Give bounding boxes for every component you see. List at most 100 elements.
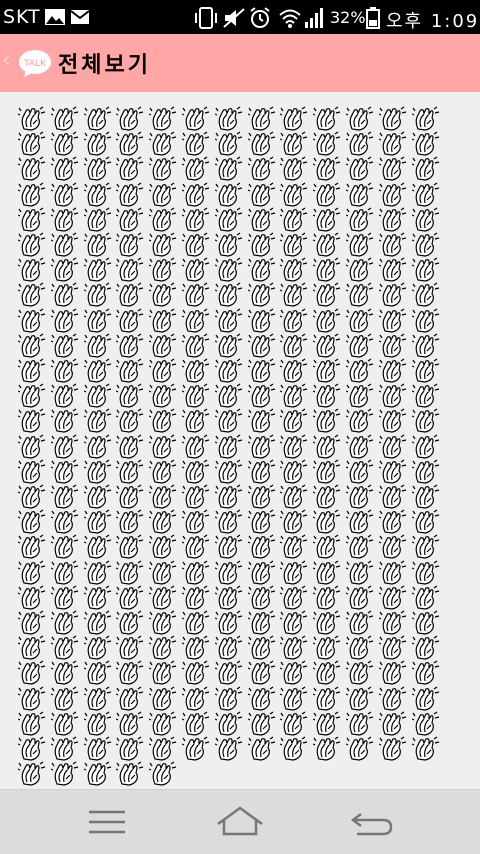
clapping-hands-icon[interactable] — [313, 509, 343, 534]
clapping-hands-icon[interactable] — [149, 333, 179, 358]
clapping-hands-icon[interactable] — [182, 358, 212, 383]
clapping-hands-icon[interactable] — [149, 484, 179, 509]
clapping-hands-icon[interactable] — [411, 736, 442, 761]
clapping-hands-icon[interactable] — [149, 686, 179, 711]
clapping-hands-icon[interactable] — [313, 383, 343, 408]
clapping-hands-icon[interactable] — [182, 232, 212, 257]
clapping-hands-icon[interactable] — [149, 509, 179, 534]
clapping-hands-icon[interactable] — [247, 232, 278, 257]
clapping-hands-icon[interactable] — [411, 484, 442, 509]
clapping-hands-icon[interactable] — [313, 257, 343, 282]
clapping-hands-icon[interactable] — [280, 459, 310, 484]
clapping-hands-icon[interactable] — [50, 560, 81, 585]
clapping-hands-icon[interactable] — [83, 585, 114, 610]
clapping-hands-icon[interactable] — [83, 106, 114, 131]
clapping-hands-icon[interactable] — [182, 131, 212, 156]
clapping-hands-icon[interactable] — [378, 585, 409, 610]
clapping-hands-icon[interactable] — [313, 106, 343, 131]
clapping-hands-icon[interactable] — [247, 383, 278, 408]
clapping-hands-icon[interactable] — [280, 308, 310, 333]
clapping-hands-icon[interactable] — [116, 333, 146, 358]
clapping-hands-icon[interactable] — [214, 156, 245, 181]
clapping-hands-icon[interactable] — [18, 459, 48, 484]
clapping-hands-icon[interactable] — [18, 484, 48, 509]
clapping-hands-icon[interactable] — [182, 660, 212, 685]
clapping-hands-icon[interactable] — [83, 534, 114, 559]
clapping-hands-icon[interactable] — [83, 459, 114, 484]
clapping-hands-icon[interactable] — [346, 660, 376, 685]
home-icon[interactable] — [210, 802, 270, 842]
clapping-hands-icon[interactable] — [378, 610, 409, 635]
clapping-hands-icon[interactable] — [50, 308, 81, 333]
clapping-hands-icon[interactable] — [247, 736, 278, 761]
clapping-hands-icon[interactable] — [83, 308, 114, 333]
clapping-hands-icon[interactable] — [346, 434, 376, 459]
clapping-hands-icon[interactable] — [247, 333, 278, 358]
clapping-hands-icon[interactable] — [50, 207, 81, 232]
clapping-hands-icon[interactable] — [411, 232, 442, 257]
chevron-left-icon[interactable]: ‹ — [2, 48, 11, 73]
clapping-hands-icon[interactable] — [280, 610, 310, 635]
clapping-hands-icon[interactable] — [50, 534, 81, 559]
clapping-hands-icon[interactable] — [116, 257, 146, 282]
clapping-hands-icon[interactable] — [346, 257, 376, 282]
clapping-hands-icon[interactable] — [182, 484, 212, 509]
clapping-hands-icon[interactable] — [116, 534, 146, 559]
talk-icon[interactable]: TALK — [18, 49, 52, 77]
clapping-hands-icon[interactable] — [18, 131, 48, 156]
clapping-hands-icon[interactable] — [247, 711, 278, 736]
clapping-hands-icon[interactable] — [247, 358, 278, 383]
clapping-hands-icon[interactable] — [313, 232, 343, 257]
clapping-hands-icon[interactable] — [18, 408, 48, 433]
clapping-hands-icon[interactable] — [378, 232, 409, 257]
clapping-hands-icon[interactable] — [247, 484, 278, 509]
clapping-hands-icon[interactable] — [83, 383, 114, 408]
clapping-hands-icon[interactable] — [346, 282, 376, 307]
clapping-hands-icon[interactable] — [214, 106, 245, 131]
clapping-hands-icon[interactable] — [214, 308, 245, 333]
clapping-hands-icon[interactable] — [116, 761, 146, 786]
clapping-hands-icon[interactable] — [411, 131, 442, 156]
clapping-hands-icon[interactable] — [50, 383, 81, 408]
clapping-hands-icon[interactable] — [280, 207, 310, 232]
clapping-hands-icon[interactable] — [182, 408, 212, 433]
clapping-hands-icon[interactable] — [149, 660, 179, 685]
clapping-hands-icon[interactable] — [149, 232, 179, 257]
clapping-hands-icon[interactable] — [50, 660, 81, 685]
emoji-list[interactable] — [0, 92, 480, 789]
clapping-hands-icon[interactable] — [247, 182, 278, 207]
clapping-hands-icon[interactable] — [50, 257, 81, 282]
clapping-hands-icon[interactable] — [50, 635, 81, 660]
clapping-hands-icon[interactable] — [378, 333, 409, 358]
clapping-hands-icon[interactable] — [346, 156, 376, 181]
clapping-hands-icon[interactable] — [346, 484, 376, 509]
clapping-hands-icon[interactable] — [247, 131, 278, 156]
clapping-hands-icon[interactable] — [378, 383, 409, 408]
clapping-hands-icon[interactable] — [247, 686, 278, 711]
clapping-hands-icon[interactable] — [18, 660, 48, 685]
clapping-hands-icon[interactable] — [411, 459, 442, 484]
clapping-hands-icon[interactable] — [116, 282, 146, 307]
clapping-hands-icon[interactable] — [18, 509, 48, 534]
clapping-hands-icon[interactable] — [182, 308, 212, 333]
clapping-hands-icon[interactable] — [182, 610, 212, 635]
clapping-hands-icon[interactable] — [50, 509, 81, 534]
clapping-hands-icon[interactable] — [83, 333, 114, 358]
clapping-hands-icon[interactable] — [50, 711, 81, 736]
clapping-hands-icon[interactable] — [116, 131, 146, 156]
clapping-hands-icon[interactable] — [280, 182, 310, 207]
clapping-hands-icon[interactable] — [346, 686, 376, 711]
clapping-hands-icon[interactable] — [214, 358, 245, 383]
clapping-hands-icon[interactable] — [116, 358, 146, 383]
clapping-hands-icon[interactable] — [182, 635, 212, 660]
clapping-hands-icon[interactable] — [378, 660, 409, 685]
clapping-hands-icon[interactable] — [18, 333, 48, 358]
clapping-hands-icon[interactable] — [214, 383, 245, 408]
clapping-hands-icon[interactable] — [411, 610, 442, 635]
clapping-hands-icon[interactable] — [313, 660, 343, 685]
clapping-hands-icon[interactable] — [116, 711, 146, 736]
clapping-hands-icon[interactable] — [346, 131, 376, 156]
clapping-hands-icon[interactable] — [182, 459, 212, 484]
clapping-hands-icon[interactable] — [214, 711, 245, 736]
clapping-hands-icon[interactable] — [83, 484, 114, 509]
